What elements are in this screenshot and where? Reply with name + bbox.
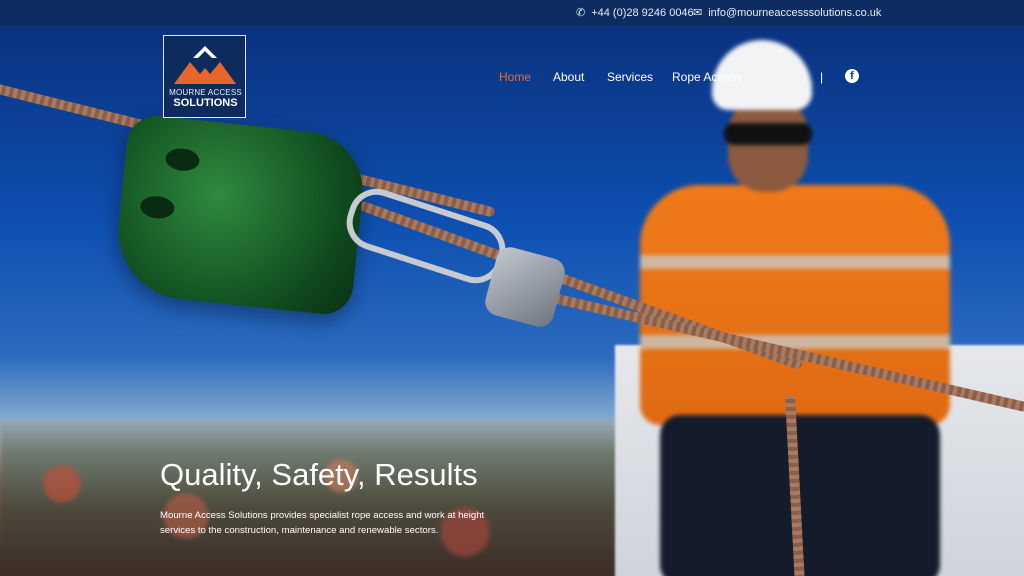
mountain-logo-icon — [174, 46, 236, 84]
site-logo[interactable]: MOURNE ACCESS SOLUTIONS — [163, 35, 246, 118]
nav-services[interactable]: Services — [607, 70, 653, 84]
hi-vis-jacket — [640, 185, 950, 425]
nav-separator: | — [820, 70, 824, 84]
nav-rope-access[interactable]: Rope Access — [672, 70, 742, 84]
phone-number[interactable]: +44 (0)28 9246 0046 — [591, 7, 693, 19]
hero-description: Mourne Access Solutions provides special… — [160, 510, 485, 536]
hero-background-image — [0, 0, 1024, 576]
facebook-icon[interactable]: f — [845, 69, 859, 83]
device-hole — [164, 146, 201, 173]
reflective-stripe — [640, 335, 950, 349]
city-skyline-blur — [0, 420, 620, 576]
logo-text-bottom: SOLUTIONS — [173, 97, 238, 109]
logo-text-top: MOURNE ACCESS — [169, 88, 242, 97]
reflective-stripe — [640, 255, 950, 269]
phone-contact[interactable]: ✆ +44 (0)28 9246 0046 — [576, 6, 694, 20]
email-address[interactable]: info@mourneaccesssolutions.co.uk — [708, 7, 881, 19]
safety-glasses — [724, 123, 812, 145]
email-contact[interactable]: ✉ info@mourneaccesssolutions.co.uk — [693, 6, 881, 20]
rope-ascender-device — [111, 112, 369, 318]
top-contact-bar: ✆ +44 (0)28 9246 0046 ✉ info@mourneacces… — [0, 0, 1024, 26]
envelope-icon: ✉ — [693, 7, 703, 19]
phone-icon: ✆ — [576, 7, 586, 19]
nav-about[interactable]: About — [553, 70, 584, 84]
device-hole — [139, 194, 176, 221]
nav-home[interactable]: Home — [499, 70, 531, 84]
hero-title: Quality, Safety, Results — [160, 457, 478, 492]
